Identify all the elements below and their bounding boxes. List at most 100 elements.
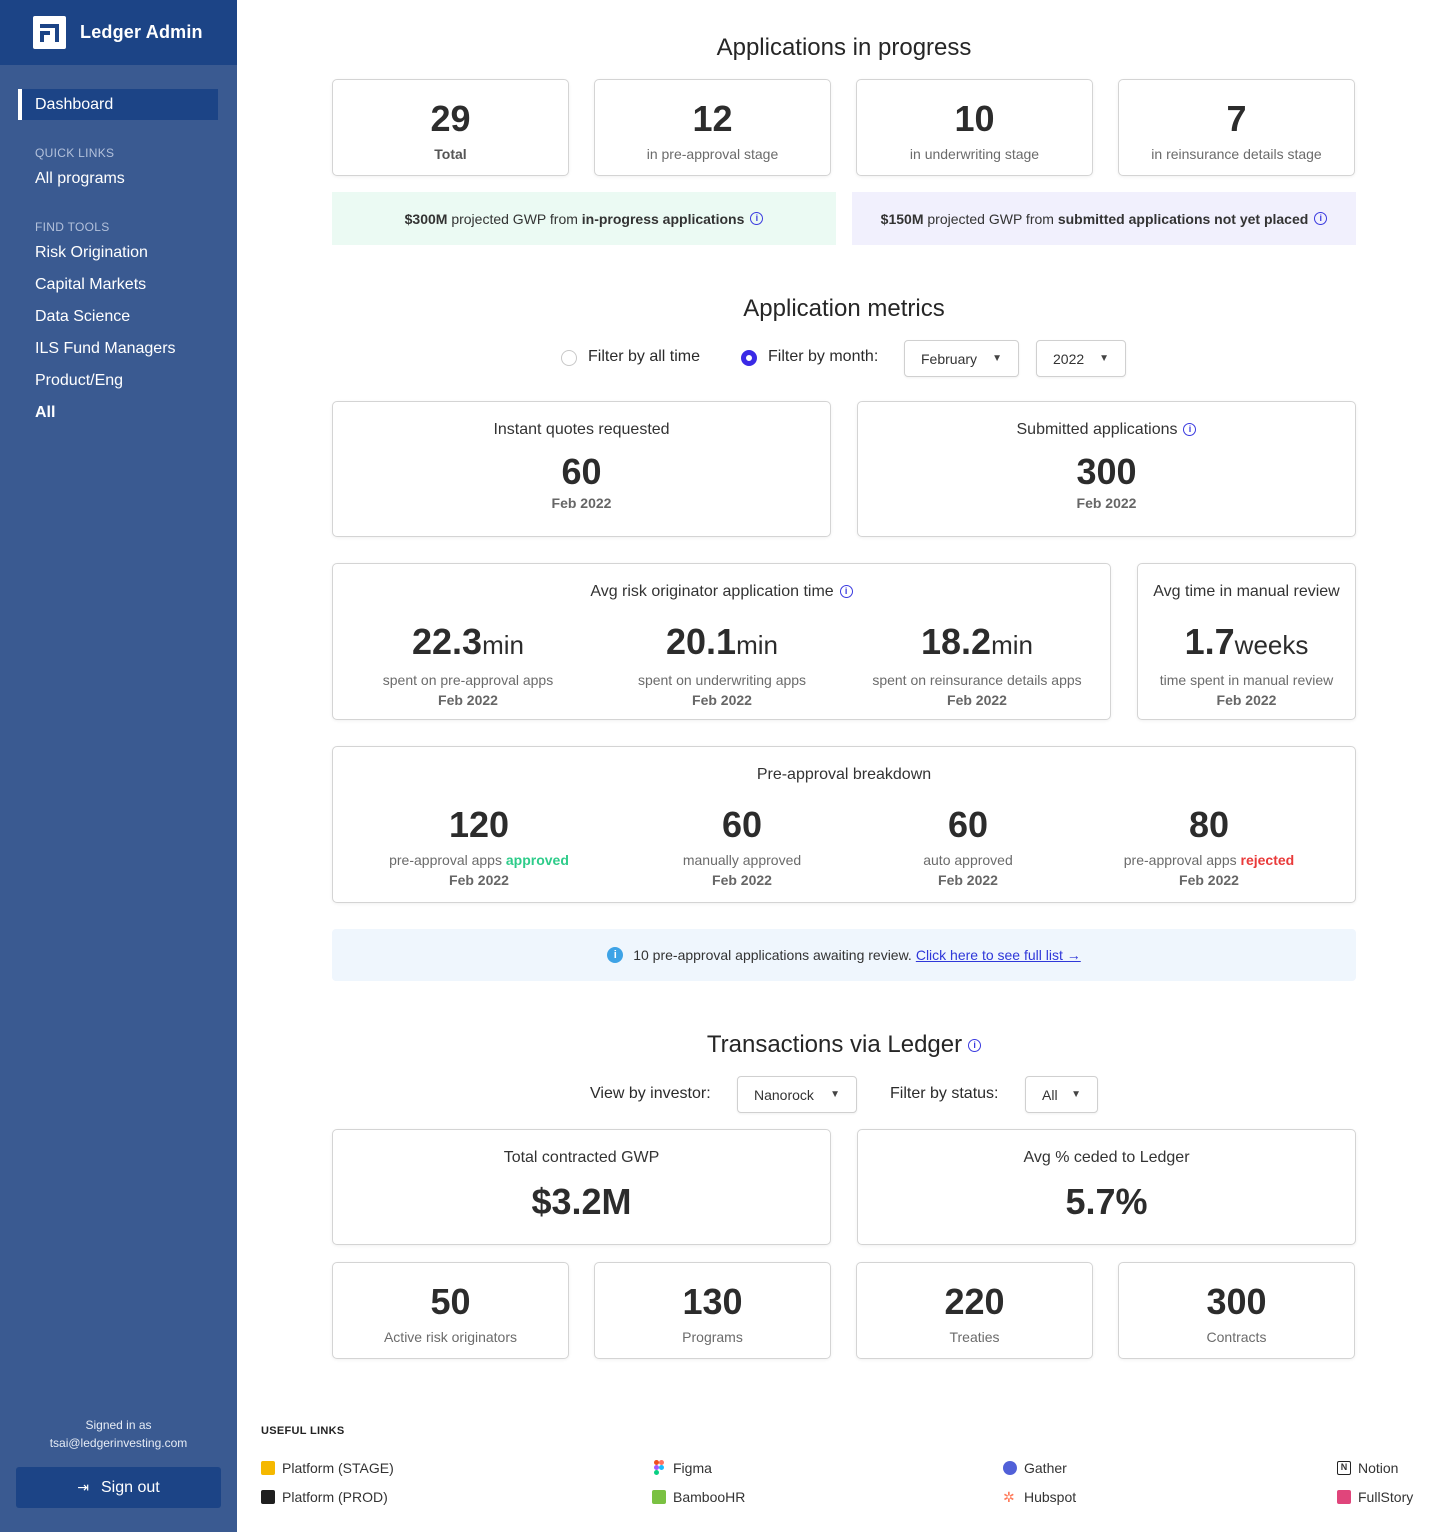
- card-instant-quotes: Instant quotes requested 60 Feb 2022: [332, 401, 831, 537]
- rejected-highlight: rejected: [1240, 852, 1295, 868]
- link-fullstory[interactable]: FullStory: [1337, 1489, 1413, 1505]
- sidebar-item-all[interactable]: All: [35, 404, 55, 422]
- status-select[interactable]: All ▼: [1025, 1076, 1098, 1113]
- metric-desc: auto approved: [923, 852, 1013, 868]
- stat-card-treaties: 220 Treaties: [856, 1262, 1093, 1359]
- stat-value: 50: [430, 1281, 471, 1322]
- banner-bold: in-progress applications: [581, 210, 745, 227]
- section-title-transactions-row: Transactions via Ledger i: [332, 1031, 1356, 1059]
- sidebar-item-product-eng[interactable]: Product/Eng: [35, 372, 123, 390]
- filter-month-label[interactable]: Filter by month:: [768, 348, 878, 366]
- investor-value: Nanorock: [754, 1086, 814, 1103]
- sidebar-item-capital-markets[interactable]: Capital Markets: [35, 276, 146, 294]
- section-title-metrics: Application metrics: [743, 295, 945, 322]
- stat-label: in underwriting stage: [909, 146, 1040, 162]
- link-label: BambooHR: [673, 1489, 746, 1505]
- card-total-gwp: Total contracted GWP $3.2M: [332, 1129, 831, 1245]
- link-figma[interactable]: Figma: [652, 1460, 712, 1476]
- card-manual-review: Avg time in manual review 1.7weeks time …: [1137, 563, 1356, 720]
- link-notion[interactable]: N Notion: [1337, 1460, 1398, 1476]
- avg-time-pre-approval: 22.3min spent on pre-approval apps Feb 2…: [353, 621, 583, 709]
- full-list-link[interactable]: Click here to see full list →: [916, 947, 1081, 963]
- quick-links-label: QUICK LINKS: [35, 146, 115, 160]
- banner-amount: $300M: [404, 210, 448, 227]
- status-value: All: [1042, 1086, 1058, 1103]
- metric-value: 18.2: [921, 621, 992, 662]
- section-title-transactions: Transactions via Ledger: [706, 1031, 963, 1058]
- link-label: Notion: [1358, 1460, 1399, 1476]
- stat-card-programs: 130 Programs: [594, 1262, 831, 1359]
- stat-label: Programs: [682, 1329, 743, 1345]
- link-platform-prod[interactable]: Platform (PROD): [261, 1489, 388, 1505]
- card-pre-approval-breakdown: Pre-approval breakdown 120 pre-approval …: [332, 746, 1356, 903]
- approved-highlight: approved: [505, 852, 569, 868]
- card-title: Instant quotes requested: [493, 421, 670, 438]
- link-platform-stage[interactable]: Platform (STAGE): [261, 1460, 394, 1476]
- metric-value: 80: [1188, 804, 1230, 845]
- sign-out-button[interactable]: ⇥ Sign out: [16, 1467, 221, 1508]
- card-title: Avg risk originator application time: [590, 583, 834, 600]
- investor-label: View by investor:: [590, 1085, 711, 1102]
- stat-value: 300: [1206, 1281, 1267, 1322]
- card-value: 5.7%: [1065, 1181, 1148, 1222]
- ledger-logo-icon: [33, 16, 66, 49]
- info-icon[interactable]: i: [1314, 212, 1328, 225]
- info-icon[interactable]: i: [839, 585, 853, 599]
- status-label: Filter by status:: [890, 1085, 999, 1102]
- stat-value: 12: [692, 98, 733, 139]
- sidebar-item-all-programs[interactable]: All programs: [35, 170, 125, 188]
- filter-all-time-label[interactable]: Filter by all time: [588, 348, 700, 366]
- info-icon: i: [607, 947, 624, 963]
- link-gather[interactable]: Gather: [1003, 1460, 1067, 1476]
- card-value: 300: [1076, 451, 1137, 492]
- metric-date: Feb 2022: [1216, 692, 1277, 708]
- metric-date: Feb 2022: [438, 692, 498, 708]
- metric-desc: spent on reinsurance details apps: [872, 672, 1082, 688]
- link-hubspot[interactable]: ✲ Hubspot: [1003, 1489, 1076, 1505]
- sidebar-header: Ledger Admin: [0, 0, 237, 65]
- link-label: Platform (STAGE): [282, 1460, 394, 1476]
- sidebar-item-dashboard[interactable]: Dashboard: [18, 89, 218, 120]
- metric-value: 60: [947, 804, 989, 845]
- breakdown-auto-approved: 60 auto approved Feb 2022: [853, 804, 1083, 889]
- card-avg-ceded: Avg % ceded to Ledger 5.7%: [857, 1129, 1356, 1245]
- stat-card-contracts: 300 Contracts: [1118, 1262, 1355, 1359]
- card-avg-application-time: Avg risk originator application time i 22…: [332, 563, 1111, 720]
- stat-label: Contracts: [1206, 1329, 1267, 1345]
- stat-value: 220: [944, 1281, 1005, 1322]
- banner-text: projected GWP from: [447, 210, 582, 227]
- app-title: Ledger Admin: [80, 22, 203, 42]
- metric-date: Feb 2022: [938, 872, 998, 888]
- investor-select[interactable]: Nanorock ▼: [737, 1076, 857, 1113]
- info-icon[interactable]: i: [968, 1039, 982, 1053]
- gather-icon: [1003, 1461, 1017, 1475]
- alert-text: 10 pre-approval applications awaiting re…: [633, 947, 912, 963]
- sidebar-item-data-science[interactable]: Data Science: [35, 308, 130, 326]
- fullstory-icon: [1337, 1490, 1351, 1504]
- info-icon[interactable]: i: [750, 212, 764, 225]
- sidebar: Ledger Admin Dashboard QUICK LINKS All p…: [0, 0, 237, 1532]
- card-date: Feb 2022: [551, 495, 612, 511]
- year-select[interactable]: 2022 ▼: [1036, 340, 1126, 377]
- manual-review-metric: 1.7weeks time spent in manual review Feb…: [1138, 622, 1355, 709]
- info-icon[interactable]: i: [1183, 423, 1197, 437]
- link-bamboohr[interactable]: BambooHR: [652, 1489, 745, 1505]
- sidebar-item-ils-fund-managers[interactable]: ILS Fund Managers: [35, 340, 176, 358]
- metric-desc: spent on pre-approval apps: [382, 672, 554, 688]
- card-title-row: Avg risk originator application time i: [333, 583, 1110, 601]
- month-select[interactable]: February ▼: [904, 340, 1019, 377]
- card-title-row: Submitted applications i: [858, 421, 1355, 439]
- notion-icon: N: [1337, 1461, 1351, 1475]
- sidebar-item-risk-origination[interactable]: Risk Origination: [35, 244, 148, 262]
- transactions-filter-row: View by investor: Nanorock ▼ Filter by st…: [332, 1076, 1356, 1113]
- gwp-banner-submitted: $150M projected GWP from submitted appli…: [852, 192, 1356, 245]
- chevron-down-icon: ▼: [830, 1089, 840, 1100]
- radio-all-time[interactable]: [561, 350, 577, 366]
- link-label: Figma: [673, 1460, 712, 1476]
- stat-label: in pre-approval stage: [646, 146, 779, 162]
- hubspot-icon: ✲: [1003, 1489, 1015, 1505]
- metric-value: 22.3: [412, 621, 483, 662]
- signed-in-label: Signed in as: [85, 1418, 152, 1432]
- metric-unit: weeks: [1234, 630, 1309, 660]
- radio-by-month[interactable]: [741, 350, 757, 366]
